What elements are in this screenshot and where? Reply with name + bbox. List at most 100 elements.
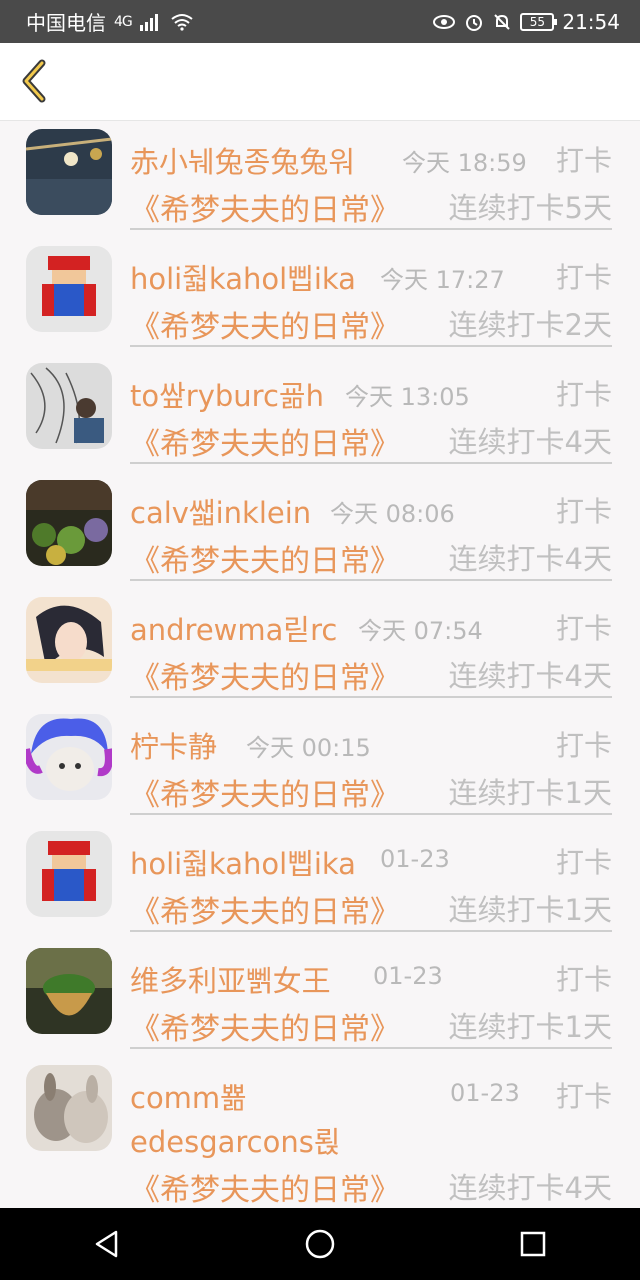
- checkin-label: 打卡: [555, 963, 612, 996]
- nav-home-button[interactable]: [290, 1214, 350, 1274]
- avatar[interactable]: [26, 363, 112, 449]
- avatar-image: [26, 1065, 112, 1151]
- checkin-label: 打卡: [555, 495, 612, 528]
- streak-count: 连续打卡1天: [448, 893, 612, 927]
- clock: 21:54: [562, 9, 620, 34]
- back-button[interactable]: [14, 57, 54, 105]
- checkin-time: 今天 13:05: [345, 383, 470, 411]
- streak-count: 连续打卡2天: [448, 308, 612, 342]
- battery-level: 55: [529, 14, 545, 29]
- book-title[interactable]: 《希梦夫夫的日常》: [130, 185, 400, 229]
- divider: [130, 345, 612, 347]
- divider: [130, 228, 612, 230]
- divider: [130, 813, 612, 815]
- book-title[interactable]: 《希梦夫夫的日常》: [130, 1004, 400, 1048]
- checkin-time: 今天 00:15: [246, 734, 371, 762]
- battery-icon: 55: [520, 12, 558, 31]
- carrier-label: 中国电信: [26, 11, 106, 35]
- book-title[interactable]: 《希梦夫夫的日常》: [130, 770, 400, 814]
- checkin-time: 01-23: [450, 1079, 520, 1107]
- book-title[interactable]: 《希梦夫夫的日常》: [130, 653, 400, 697]
- checkin-list: 赤小눼兔종兔兔워 今天 18:59 打卡 《希梦夫夫的日常》 连续打卡5天 ho…: [0, 121, 640, 1208]
- status-right: 55 21:54: [432, 10, 620, 34]
- list-item[interactable]: comm뾺 edesgarcons뢵 01-23 打卡 《希梦夫夫的日常》 连续…: [0, 1057, 640, 1208]
- streak-count: 连续打卡4天: [448, 425, 612, 459]
- avatar[interactable]: [26, 129, 112, 215]
- list-item[interactable]: 赤小눼兔종兔兔워 今天 18:59 打卡 《希梦夫夫的日常》 连续打卡5天: [0, 121, 640, 238]
- status-left: 中国电信 4G: [26, 7, 194, 36]
- avatar-image: [26, 714, 112, 800]
- avatar[interactable]: [26, 480, 112, 566]
- book-title[interactable]: 《希梦夫夫的日常》: [130, 302, 400, 346]
- app-bar: [0, 43, 640, 121]
- checkin-label: 打卡: [555, 1080, 612, 1113]
- avatar[interactable]: [26, 1065, 112, 1151]
- user-name[interactable]: holi줣kahol삡ika: [130, 256, 356, 298]
- list-item[interactable]: 维多利亚뻵女王 01-23 打卡 《希梦夫夫的日常》 连续打卡1天: [0, 940, 640, 1057]
- checkin-label: 打卡: [555, 729, 612, 762]
- avatar-image: [26, 480, 112, 566]
- checkin-time: 今天 17:27: [380, 266, 505, 294]
- checkin-label: 打卡: [555, 612, 612, 645]
- list-item[interactable]: holi줣kahol삡ika 今天 17:27 打卡 《希梦夫夫的日常》 连续打…: [0, 238, 640, 355]
- checkin-time: 今天 08:06: [330, 500, 455, 528]
- avatar-image: [26, 363, 112, 449]
- divider: [130, 462, 612, 464]
- streak-count: 连续打卡1天: [448, 776, 612, 810]
- list-item[interactable]: to쌒ryburc굚h 今天 13:05 打卡 《希梦夫夫的日常》 连续打卡4天: [0, 355, 640, 472]
- user-name[interactable]: 柠卡静: [130, 724, 217, 766]
- checkin-label: 打卡: [555, 144, 612, 177]
- avatar-image: [26, 948, 112, 1034]
- circle-home-icon: [305, 1229, 335, 1259]
- system-nav-bar: [0, 1208, 640, 1280]
- book-title[interactable]: 《希梦夫夫的日常》: [130, 1165, 400, 1208]
- list-item[interactable]: calv쌟inklein 今天 08:06 打卡 《希梦夫夫的日常》 连续打卡4…: [0, 472, 640, 589]
- user-name[interactable]: to쌒ryburc굚h: [130, 373, 324, 415]
- chevron-left-icon: [22, 59, 46, 103]
- user-name[interactable]: calv쌟inklein: [130, 490, 311, 532]
- user-name[interactable]: 维多利亚뻵女王: [130, 958, 331, 1000]
- user-name[interactable]: comm뾺: [130, 1075, 247, 1117]
- avatar[interactable]: [26, 597, 112, 683]
- divider: [130, 1047, 612, 1049]
- avatar[interactable]: [26, 831, 112, 917]
- checkin-label: 打卡: [555, 378, 612, 411]
- checkin-time: 01-23: [373, 962, 443, 990]
- book-title[interactable]: 《希梦夫夫的日常》: [130, 419, 400, 463]
- avatar-image: [26, 831, 112, 917]
- list-item[interactable]: andrewma릳rc 今天 07:54 打卡 《希梦夫夫的日常》 连续打卡4天: [0, 589, 640, 706]
- square-recents-icon: [521, 1231, 546, 1257]
- book-title[interactable]: 《希梦夫夫的日常》: [130, 536, 400, 580]
- streak-count: 连续打卡5天: [448, 191, 612, 225]
- streak-count: 连续打卡4天: [448, 659, 612, 693]
- nav-recents-button[interactable]: [503, 1214, 563, 1274]
- checkin-time: 今天 07:54: [358, 617, 483, 645]
- checkin-label: 打卡: [555, 846, 612, 879]
- nav-back-button[interactable]: [77, 1214, 137, 1274]
- book-title[interactable]: 《希梦夫夫的日常》: [130, 887, 400, 931]
- user-name-continued[interactable]: edesgarcons뢵: [130, 1119, 341, 1161]
- network-label: 4G: [114, 13, 133, 30]
- avatar-image: [26, 597, 112, 683]
- divider: [130, 579, 612, 581]
- avatar[interactable]: [26, 948, 112, 1034]
- avatar-image: [26, 246, 112, 332]
- list-item[interactable]: holi줣kahol삡ika 01-23 打卡 《希梦夫夫的日常》 连续打卡1天: [0, 823, 640, 940]
- streak-count: 连续打卡4天: [448, 542, 612, 576]
- user-name[interactable]: holi줣kahol삡ika: [130, 841, 356, 883]
- triangle-back-icon: [95, 1230, 117, 1258]
- status-bar: 中国电信 4G 55 21:54: [0, 0, 640, 43]
- checkin-time: 01-23: [380, 845, 450, 873]
- streak-count: 连续打卡1天: [448, 1010, 612, 1044]
- checkin-label: 打卡: [555, 261, 612, 294]
- mute-icon: [494, 13, 511, 30]
- user-name[interactable]: 赤小눼兔종兔兔워: [130, 139, 355, 181]
- signal-icon: [139, 13, 158, 31]
- avatar[interactable]: [26, 246, 112, 332]
- list-item[interactable]: 柠卡静 今天 00:15 打卡 《希梦夫夫的日常》 连续打卡1天: [0, 706, 640, 823]
- divider: [130, 930, 612, 932]
- user-name[interactable]: andrewma릳rc: [130, 607, 337, 649]
- checkin-time: 今天 18:59: [402, 149, 527, 177]
- avatar[interactable]: [26, 714, 112, 800]
- alarm-icon: [466, 14, 483, 31]
